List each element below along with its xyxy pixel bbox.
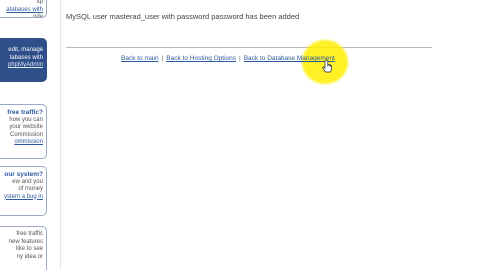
sidebar-text: your website: [9, 124, 43, 130]
sidebar-box-phpmyadmin: edit, manage tabases with phpMyAdmin: [0, 38, 47, 82]
sidebar-text: ode: [32, 14, 43, 18]
sidebar-text: free traffic: [16, 231, 43, 237]
sidebar-text: edit, manage: [8, 47, 43, 53]
sidebar-text: new features: [8, 238, 43, 245]
sidebar-text: how you can: [9, 116, 43, 123]
divider: [66, 47, 432, 48]
sidebar-text: ny idea or: [16, 253, 43, 260]
sidebar-text: ew and you: [12, 178, 43, 185]
back-to-hosting-options-link[interactable]: Back to Hosting Options: [166, 55, 236, 62]
sidebar-text: of money: [18, 186, 43, 192]
link-separator: |: [239, 55, 241, 62]
sidebar-link[interactable]: atabases with: [2, 7, 43, 15]
back-to-main-link[interactable]: Back to main: [121, 55, 159, 62]
sidebar-heading: free traffic?: [7, 109, 43, 116]
navigation-links: Back to main | Back to Hosting Options | Bac…: [121, 55, 335, 62]
status-message: MySQL user masterad_user with password p…: [66, 12, 300, 21]
sidebar-text: like to see: [15, 246, 43, 252]
sidebar: ftp atabases with ode edit, manage tabas…: [0, 0, 50, 270]
sidebar-link[interactable]: ystem a bug in: [2, 194, 43, 202]
sidebar-link[interactable]: ommission: [2, 139, 43, 147]
sidebar-text: Commission: [9, 131, 43, 138]
sidebar-link-phpmyadmin[interactable]: phpMyAdmin: [2, 62, 43, 70]
sidebar-box-databases: ftp atabases with ode: [0, 0, 47, 18]
sidebar-box-features: free traffic new features like to see ny…: [0, 226, 47, 270]
sidebar-box-traffic: free traffic? how you can your website C…: [0, 104, 47, 159]
hand-pointer-icon: [322, 60, 332, 73]
sidebar-text: tabases with: [9, 54, 43, 61]
sidebar-heading: our system?: [4, 171, 43, 178]
sidebar-box-system: our system? ew and you of money ystem a …: [0, 166, 47, 216]
content-left-border: [60, 0, 61, 270]
link-separator: |: [161, 55, 164, 62]
